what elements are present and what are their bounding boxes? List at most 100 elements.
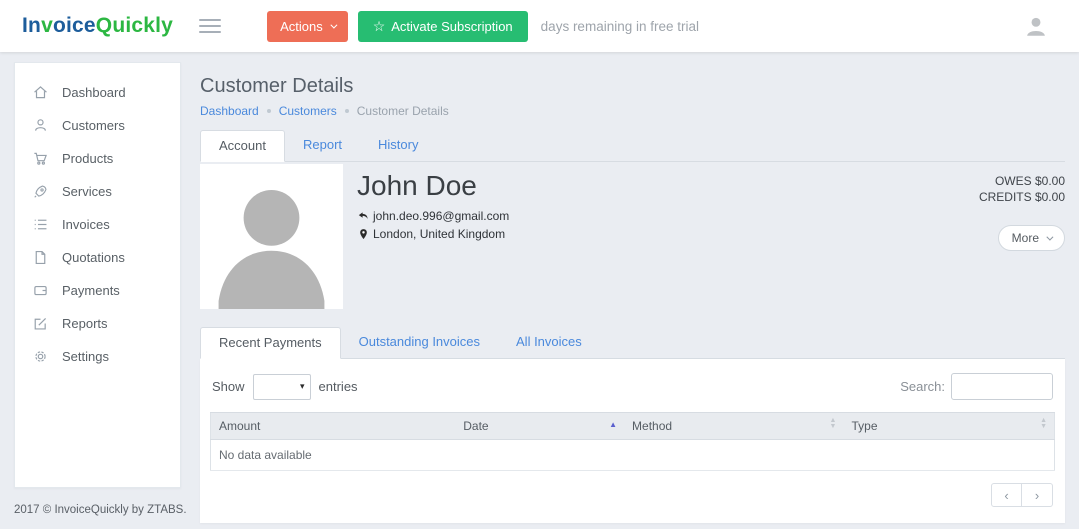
sidebar-item-services[interactable]: Services xyxy=(15,175,180,208)
sidebar-item-dashboard[interactable]: Dashboard xyxy=(15,76,180,109)
cart-icon xyxy=(34,152,47,165)
sidebar: Dashboard Customers Products Services In… xyxy=(14,62,181,488)
customer-info: John Doe john.deo.996@gmail.com London, … xyxy=(357,164,509,309)
show-label: Show xyxy=(212,379,245,394)
table-controls: Show ▾ entries Search: xyxy=(210,369,1055,412)
column-label: Method xyxy=(632,419,673,433)
sidebar-item-settings[interactable]: Settings xyxy=(15,340,180,373)
logo-text: In xyxy=(22,14,42,37)
table-empty-row: No data available xyxy=(210,439,1055,471)
breadcrumb-separator-dot xyxy=(344,109,349,113)
breadcrumb-current: Customer Details xyxy=(356,104,449,118)
chevron-down-icon xyxy=(330,21,338,29)
sidebar-item-label: Payments xyxy=(62,283,120,298)
sort-ascending-icon: ▲ xyxy=(609,420,618,429)
pagination: ‹ › xyxy=(210,471,1055,517)
credits-amount: CREDITS $0.00 xyxy=(978,190,1065,204)
sort-down-glyph: ▼ xyxy=(829,423,837,430)
breadcrumb-customers[interactable]: Customers xyxy=(279,104,337,118)
chevron-down-icon xyxy=(1046,233,1054,241)
customer-location: London, United Kingdom xyxy=(373,227,506,241)
no-data-message: No data available xyxy=(210,439,1055,471)
menu-toggle-icon[interactable] xyxy=(199,15,222,37)
logo-check-icon: v xyxy=(41,14,53,37)
user-avatar[interactable] xyxy=(1023,13,1049,39)
tab-recent-payments[interactable]: Recent Payments xyxy=(200,327,341,359)
sidebar-item-quotations[interactable]: Quotations xyxy=(15,241,180,274)
reply-icon xyxy=(358,211,368,219)
sidebar-item-customers[interactable]: Customers xyxy=(15,109,180,142)
list-icon xyxy=(34,219,47,230)
sidebar-item-label: Reports xyxy=(62,316,108,331)
search-input[interactable] xyxy=(951,373,1053,400)
tab-outstanding-invoices[interactable]: Outstanding Invoices xyxy=(341,327,498,358)
document-icon xyxy=(35,250,46,265)
column-header-date[interactable]: Date ▲ xyxy=(455,412,625,440)
breadcrumb: Dashboard Customers Customer Details xyxy=(200,104,1065,118)
next-page-button[interactable]: › xyxy=(1022,483,1053,507)
logo-text: Quickly xyxy=(95,14,174,37)
main-content: Customer Details Dashboard Customers Cus… xyxy=(200,62,1065,523)
page-title: Customer Details xyxy=(200,75,354,97)
sidebar-item-invoices[interactable]: Invoices xyxy=(15,208,180,241)
person-icon xyxy=(1027,17,1045,36)
column-header-type[interactable]: Type ▲ ▼ xyxy=(843,412,1055,440)
actions-button[interactable]: Actions xyxy=(267,10,348,42)
sidebar-item-label: Settings xyxy=(62,349,109,364)
sidebar-item-label: Quotations xyxy=(62,250,125,265)
sidebar-item-reports[interactable]: Reports xyxy=(15,307,180,340)
more-button[interactable]: More xyxy=(997,225,1065,251)
tab-all-invoices[interactable]: All Invoices xyxy=(498,327,600,358)
previous-page-button[interactable]: ‹ xyxy=(991,483,1022,507)
owes-amount: OWES $0.00 xyxy=(994,174,1065,188)
search-label: Search: xyxy=(900,379,945,394)
entries-label: entries xyxy=(318,379,358,394)
page-body: Dashboard Customers Products Services In… xyxy=(0,52,1079,523)
tab-report[interactable]: Report xyxy=(285,130,360,161)
sidebar-item-label: Products xyxy=(62,151,114,166)
sidebar-item-label: Dashboard xyxy=(62,85,126,100)
sort-down-glyph: ▼ xyxy=(1040,423,1047,430)
customer-name: John Doe xyxy=(357,170,477,201)
customer-balances: OWES $0.00 CREDITS $0.00 More xyxy=(979,164,1065,309)
table-header-row: Amount Date ▲ Method ▲ ▼ Type ▲ ▼ xyxy=(210,412,1055,440)
person-icon xyxy=(35,119,46,131)
breadcrumb-dashboard[interactable]: Dashboard xyxy=(200,104,259,118)
sidebar-item-payments[interactable]: Payments xyxy=(15,274,180,307)
column-header-amount[interactable]: Amount xyxy=(210,412,456,440)
person-icon xyxy=(200,165,343,309)
sidebar-item-products[interactable]: Products xyxy=(15,142,180,175)
logo-text: oice xyxy=(52,14,96,37)
column-label: Date xyxy=(463,419,489,433)
wallet-icon xyxy=(34,285,47,296)
main-tabs: Account Report History xyxy=(200,130,1065,162)
trial-remaining-text: days remaining in free trial xyxy=(540,18,699,34)
tab-history[interactable]: History xyxy=(360,130,436,161)
rocket-icon xyxy=(34,185,47,198)
tab-account[interactable]: Account xyxy=(200,130,285,162)
footer-copyright: 2017 © InvoiceQuickly by ZTABS. xyxy=(14,504,187,516)
payments-tabs: Recent Payments Outstanding Invoices All… xyxy=(200,327,1065,359)
actions-button-label: Actions xyxy=(280,18,323,34)
top-header: InvoiceQuickly Actions ☆ Activate Subscr… xyxy=(0,0,1079,52)
home-icon xyxy=(34,86,47,99)
customer-email-row: john.deo.996@gmail.com xyxy=(357,209,509,223)
sidebar-item-label: Invoices xyxy=(62,217,110,232)
customer-summary: John Doe john.deo.996@gmail.com London, … xyxy=(200,162,1065,309)
breadcrumb-separator-dot xyxy=(266,109,271,113)
payments-table: Amount Date ▲ Method ▲ ▼ Type ▲ ▼ No dat… xyxy=(210,412,1055,471)
star-icon: ☆ xyxy=(372,18,386,34)
column-header-method[interactable]: Method ▲ ▼ xyxy=(624,412,844,440)
sidebar-item-label: Customers xyxy=(62,118,125,133)
location-pin-icon xyxy=(360,228,367,239)
sidebar-item-label: Services xyxy=(62,184,112,199)
entries-select[interactable] xyxy=(252,373,311,400)
customer-avatar xyxy=(200,164,343,309)
edit-icon xyxy=(34,317,47,330)
app-logo[interactable]: InvoiceQuickly xyxy=(22,14,173,38)
activate-subscription-button[interactable]: ☆ Activate Subscription xyxy=(357,10,528,42)
sort-both-icon: ▲ ▼ xyxy=(1040,417,1047,430)
column-label: Type xyxy=(851,419,878,433)
column-label: Amount xyxy=(219,419,261,433)
sort-both-icon: ▲ ▼ xyxy=(829,417,837,430)
